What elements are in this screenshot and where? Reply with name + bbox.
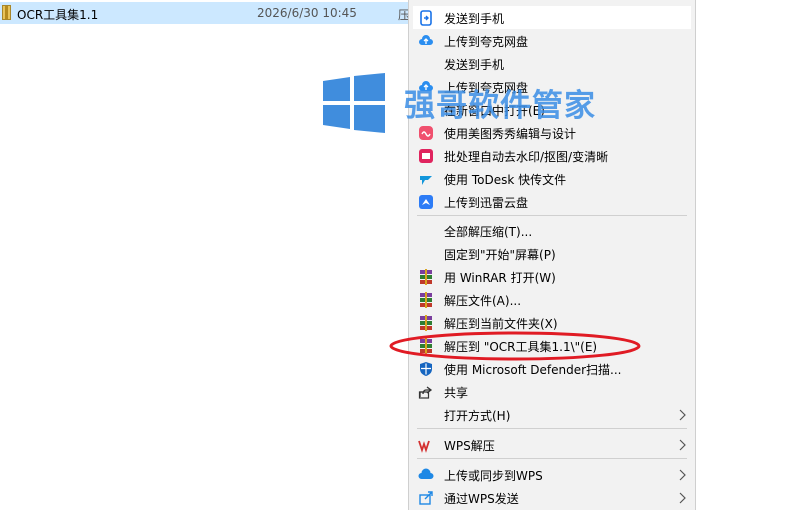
menu-item-share[interactable]: 共享 bbox=[409, 380, 695, 403]
menu-label: 固定到"开始"屏幕(P) bbox=[444, 248, 556, 262]
menu-label: 批处理自动去水印/抠图/变清晰 bbox=[444, 150, 609, 164]
menu-separator bbox=[417, 428, 687, 429]
wps-icon bbox=[418, 440, 430, 453]
menu-item-extract-files[interactable]: 解压文件(A)... bbox=[409, 288, 695, 311]
menu-item-meitu[interactable]: 使用美图秀秀编辑与设计 bbox=[409, 121, 695, 144]
menu-item-winrar-open[interactable]: 用 WinRAR 打开(W) bbox=[409, 265, 695, 288]
menu-item-wps-sync[interactable]: 上传或同步到WPS bbox=[409, 463, 695, 486]
menu-label: WPS解压 bbox=[444, 439, 495, 453]
todesk-icon bbox=[420, 176, 432, 185]
context-menu: 发送到手机 上传到夸克网盘 发送到手机 上传到夸克网盘 在新窗口中打开(E) 使… bbox=[408, 0, 696, 510]
menu-item-wps-extract[interactable]: WPS解压 bbox=[409, 433, 695, 456]
menu-label: 解压到当前文件夹(X) bbox=[444, 317, 558, 331]
menu-label: 上传到夸克网盘 bbox=[444, 81, 529, 95]
menu-item-upload-quark-2[interactable]: 上传到夸克网盘 bbox=[409, 75, 695, 98]
menu-item-send-to-phone-2[interactable]: 发送到手机 bbox=[409, 52, 695, 75]
file-row-selected[interactable]: OCR工具集1.1 2026/6/30 10:45 压 bbox=[0, 2, 408, 24]
xunlei-icon bbox=[419, 195, 433, 209]
menu-label: 解压文件(A)... bbox=[444, 294, 522, 308]
file-type: 压 bbox=[398, 8, 408, 22]
menu-label: 打开方式(H) bbox=[444, 409, 511, 423]
menu-item-extract-here[interactable]: 解压到当前文件夹(X) bbox=[409, 311, 695, 334]
chevron-right-icon bbox=[679, 492, 686, 504]
quark-cloud-icon bbox=[419, 81, 433, 91]
menu-label: 解压到 "OCR工具集1.1\"(E) bbox=[444, 340, 598, 354]
winrar-icon bbox=[420, 292, 432, 308]
winrar-icon bbox=[420, 338, 432, 354]
menu-label: 通过WPS发送 bbox=[444, 492, 519, 506]
menu-label: 共享 bbox=[444, 386, 469, 400]
menu-item-open-with[interactable]: 打开方式(H) bbox=[409, 403, 695, 426]
menu-label: 发送到手机 bbox=[444, 58, 505, 72]
wps-send-icon bbox=[419, 491, 433, 505]
menu-label: 上传到迅雷云盘 bbox=[444, 196, 529, 210]
menu-item-todesk[interactable]: 使用 ToDesk 快传文件 bbox=[409, 167, 695, 190]
menu-label: 使用美图秀秀编辑与设计 bbox=[444, 127, 577, 141]
menu-label: 在新窗口中打开(E) bbox=[444, 104, 545, 118]
menu-label: 上传到夸克网盘 bbox=[444, 35, 529, 49]
menu-item-defender-scan[interactable]: 使用 Microsoft Defender扫描... bbox=[409, 357, 695, 380]
menu-item-wps-send[interactable]: 通过WPS发送 bbox=[409, 486, 695, 509]
chevron-right-icon bbox=[679, 409, 686, 421]
batch-icon bbox=[419, 149, 433, 163]
menu-item-extract-all[interactable]: 全部解压缩(T)... bbox=[409, 219, 695, 242]
menu-item-xunlei[interactable]: 上传到迅雷云盘 bbox=[409, 190, 695, 213]
windows-logo-icon bbox=[323, 73, 385, 133]
winrar-icon bbox=[420, 269, 432, 285]
chevron-right-icon bbox=[679, 439, 686, 451]
file-name: OCR工具集1.1 bbox=[17, 8, 99, 22]
menu-label: 发送到手机 bbox=[444, 12, 505, 26]
menu-item-extract-to-folder[interactable]: 解压到 "OCR工具集1.1\"(E) bbox=[409, 334, 695, 357]
defender-icon bbox=[420, 362, 432, 376]
menu-label: 使用 Microsoft Defender扫描... bbox=[444, 363, 622, 377]
archive-file-icon bbox=[2, 5, 11, 20]
chevron-right-icon bbox=[679, 469, 686, 481]
menu-item-batch-watermark[interactable]: 批处理自动去水印/抠图/变清晰 bbox=[409, 144, 695, 167]
menu-item-upload-quark[interactable]: 上传到夸克网盘 bbox=[409, 29, 695, 52]
share-icon bbox=[418, 386, 433, 399]
menu-label: 上传或同步到WPS bbox=[444, 469, 543, 483]
menu-label: 使用 ToDesk 快传文件 bbox=[444, 173, 567, 187]
phone-send-icon bbox=[420, 10, 432, 26]
meitu-icon bbox=[419, 126, 433, 140]
winrar-icon bbox=[420, 315, 432, 331]
menu-separator bbox=[417, 458, 687, 459]
menu-item-send-to-phone[interactable]: 发送到手机 bbox=[413, 6, 691, 29]
wps-cloud-icon bbox=[418, 468, 434, 479]
menu-separator bbox=[417, 215, 687, 216]
menu-label: 全部解压缩(T)... bbox=[444, 225, 533, 239]
file-date: 2026/6/30 10:45 bbox=[257, 6, 357, 20]
menu-label: 用 WinRAR 打开(W) bbox=[444, 271, 556, 285]
menu-item-pin-start[interactable]: 固定到"开始"屏幕(P) bbox=[409, 242, 695, 265]
menu-item-open-new-window[interactable]: 在新窗口中打开(E) bbox=[409, 98, 695, 121]
quark-cloud-icon bbox=[419, 35, 433, 45]
